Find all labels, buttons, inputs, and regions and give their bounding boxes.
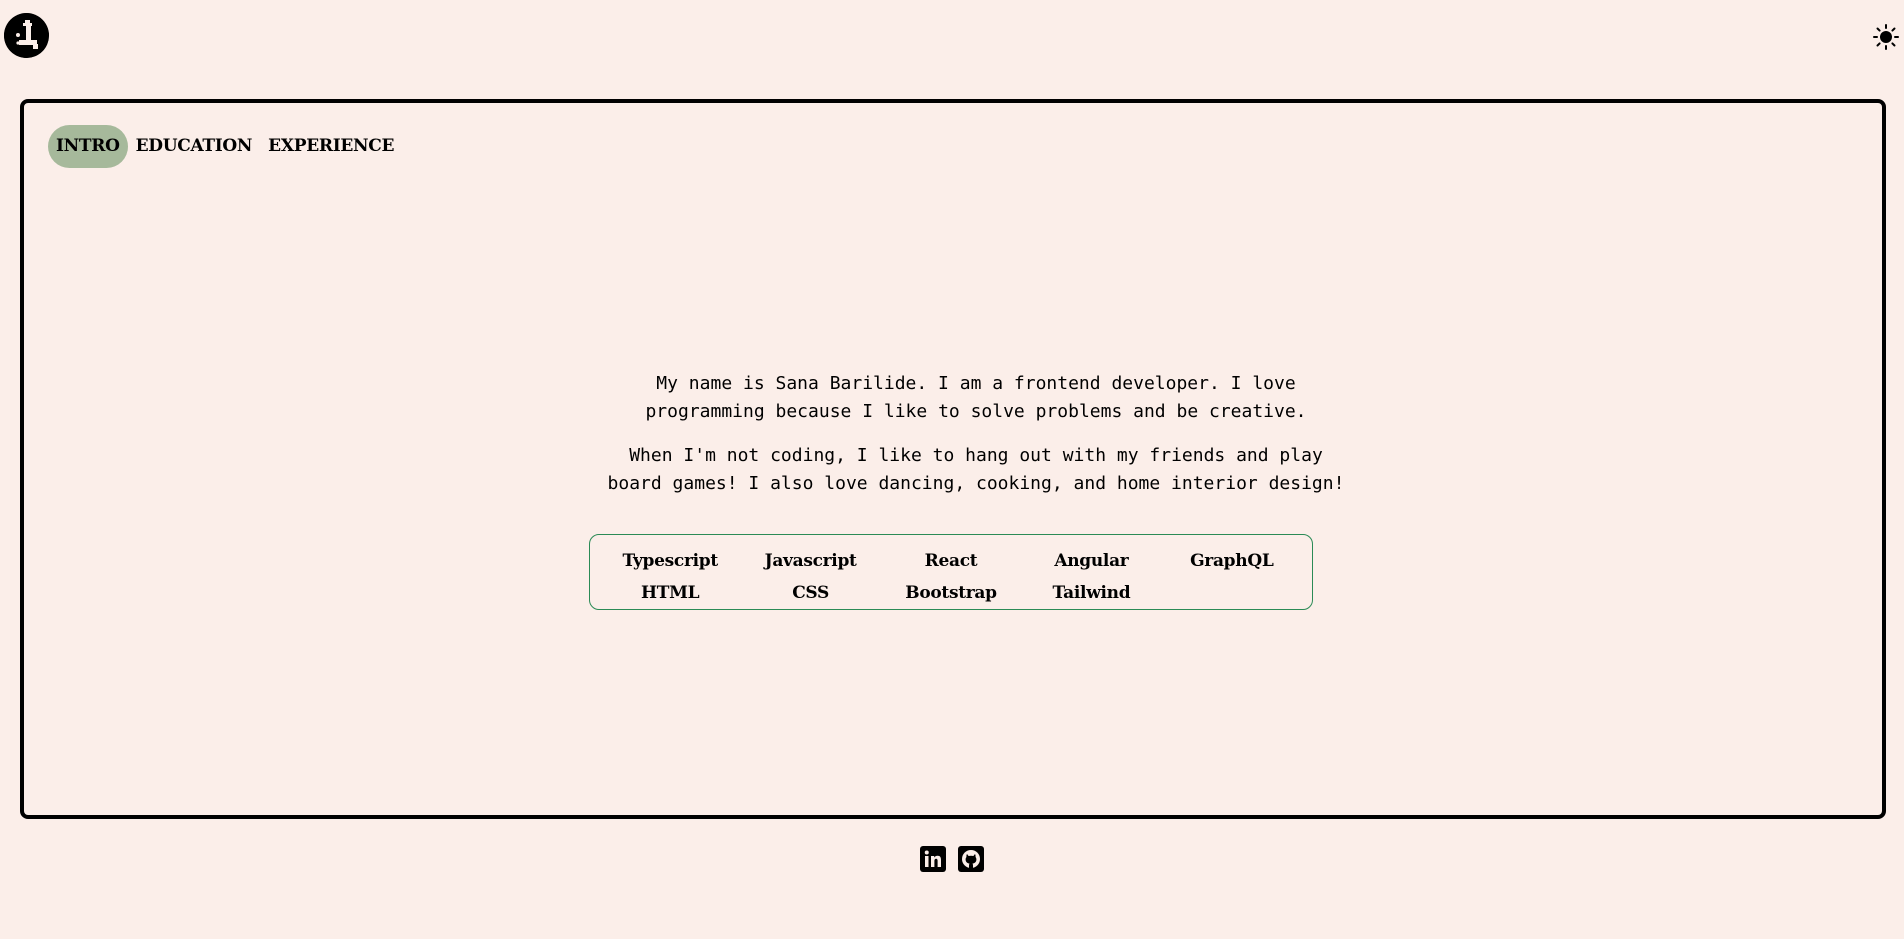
tab-experience[interactable]: EXPERIENCE	[260, 125, 402, 168]
skill-item: Bootstrap	[905, 583, 997, 603]
linkedin-icon[interactable]	[920, 846, 946, 872]
skill-item: Tailwind	[1052, 583, 1131, 603]
skill-item: Typescript	[622, 551, 718, 571]
main-card: INTRO EDUCATION EXPERIENCE My name is Sa…	[20, 99, 1886, 819]
sun-icon[interactable]	[1873, 24, 1899, 50]
skill-item: CSS	[792, 583, 829, 603]
skill-item: HTML	[641, 583, 700, 603]
social-links	[920, 846, 984, 872]
github-icon[interactable]	[958, 846, 984, 872]
tab-education[interactable]: EDUCATION	[128, 125, 261, 168]
skill-item: GraphQL	[1190, 551, 1274, 571]
skill-item: Angular	[1054, 551, 1129, 571]
tab-bar: INTRO EDUCATION EXPERIENCE	[48, 125, 402, 168]
intro-paragraph-2: When I'm not coding, I like to hang out …	[607, 445, 1345, 494]
skill-item: React	[924, 551, 978, 571]
logo-icon[interactable]	[4, 13, 49, 58]
intro-text: My name is Sana Barilide. I am a fronten…	[604, 370, 1348, 498]
intro-paragraph-1: My name is Sana Barilide. I am a fronten…	[645, 373, 1307, 422]
tab-intro[interactable]: INTRO	[48, 125, 128, 168]
skill-item: Javascript	[764, 551, 857, 571]
skills-box: Typescript Javascript React Angular Grap…	[589, 534, 1313, 610]
